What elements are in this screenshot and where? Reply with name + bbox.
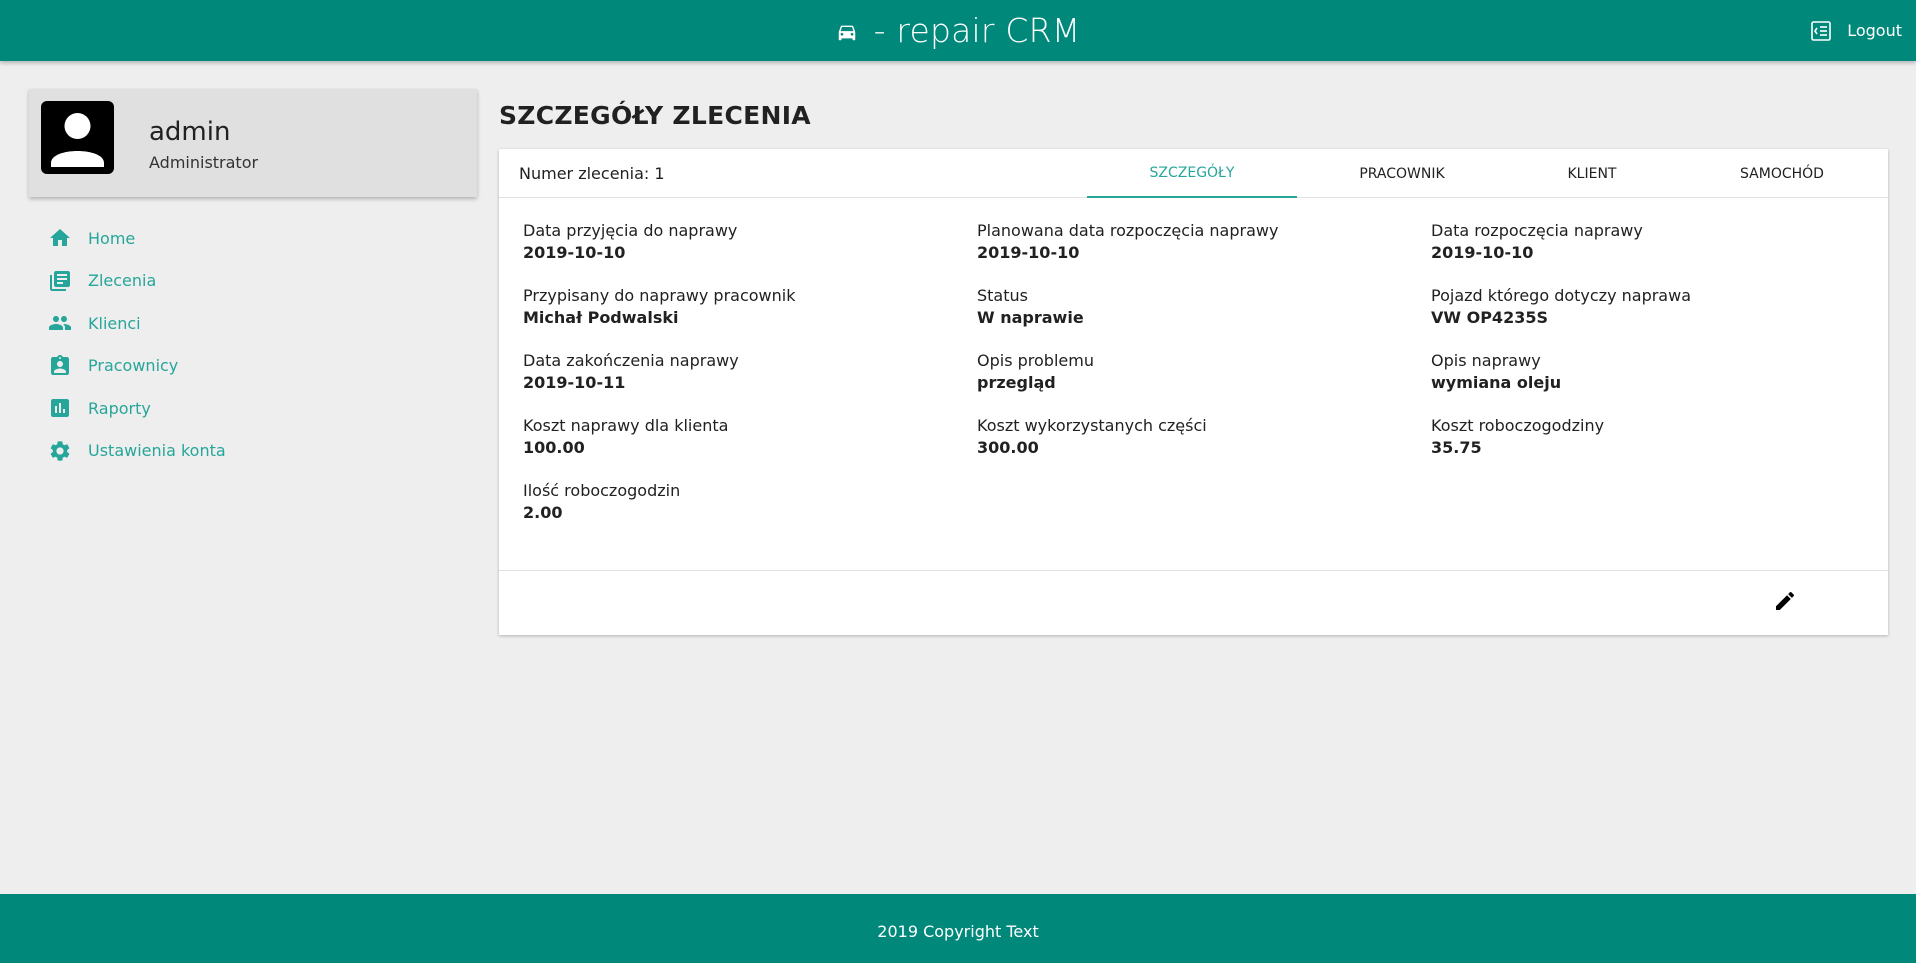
field-label: Koszt naprawy dla klienta bbox=[523, 416, 729, 435]
tab-samochod[interactable]: SAMOCHÓD bbox=[1677, 149, 1887, 198]
sidebar-item-zlecenia[interactable]: Zlecenia bbox=[48, 260, 468, 303]
field-label: Data zakończenia naprawy bbox=[523, 351, 739, 370]
field-value: 100.00 bbox=[523, 438, 585, 457]
field-label: Opis problemu bbox=[977, 351, 1094, 370]
tab-klient[interactable]: KLIENT bbox=[1507, 149, 1677, 198]
assessment-icon bbox=[51, 399, 69, 418]
tab-szczegoly[interactable]: SZCZEGÓŁY bbox=[1087, 149, 1297, 198]
sidebar-item-label: Zlecenia bbox=[88, 271, 157, 291]
field-label: Ilość roboczogodzin bbox=[523, 481, 681, 500]
field-value: 300.00 bbox=[977, 438, 1039, 457]
profile-name: admin bbox=[149, 117, 231, 147]
field-label: Koszt roboczogodziny bbox=[1431, 416, 1605, 435]
edit-button[interactable] bbox=[1771, 587, 1799, 615]
footer: 2019 Copyright Text bbox=[0, 894, 1916, 963]
account-icon bbox=[51, 113, 104, 167]
field-item: Opis problemu przegląd bbox=[977, 350, 1431, 415]
field-value: Michał Podwalski bbox=[523, 308, 679, 327]
field-value: 2019-10-10 bbox=[523, 243, 626, 262]
field-item: Koszt roboczogodziny 35.75 bbox=[1431, 415, 1885, 480]
sidebar-item-label: Klienci bbox=[88, 313, 141, 333]
field-label: Status bbox=[977, 286, 1028, 305]
profile-card: admin Administrator bbox=[29, 89, 477, 197]
field-value: 2019-10-10 bbox=[1431, 243, 1534, 262]
app-title: - repair CRM bbox=[873, 11, 1081, 50]
field-item: Ilość roboczogodzin 2.00 bbox=[523, 480, 977, 545]
settings-icon bbox=[50, 441, 70, 461]
field-value: 35.75 bbox=[1431, 438, 1482, 457]
field-item: Opis naprawy wymiana oleju bbox=[1431, 350, 1885, 415]
field-item: Data zakończenia naprawy 2019-10-11 bbox=[523, 350, 977, 415]
field-item: Przypisany do naprawy pracownik Michał P… bbox=[523, 285, 977, 350]
sidebar-item-label: Ustawienia konta bbox=[88, 441, 226, 461]
car-icon bbox=[838, 25, 855, 40]
top-app-bar: - repair CRM Logout bbox=[0, 0, 1916, 61]
field-value: 2019-10-11 bbox=[523, 373, 626, 392]
tab-pracownik[interactable]: PRACOWNIK bbox=[1297, 149, 1507, 198]
avatar bbox=[41, 101, 114, 174]
logout-label: Logout bbox=[1847, 21, 1902, 40]
edit-icon bbox=[1776, 591, 1795, 610]
sidebar-item-pracownicy[interactable]: Pracownicy bbox=[48, 345, 468, 388]
field-label: Data rozpoczęcia naprawy bbox=[1431, 221, 1643, 240]
sidebar-item-home[interactable]: Home bbox=[48, 217, 468, 260]
field-value: 2.00 bbox=[523, 503, 563, 522]
field-label: Data przyjęcia do naprawy bbox=[523, 221, 738, 240]
details-grid: Data przyjęcia do naprawy 2019-10-10 Pla… bbox=[523, 220, 1888, 545]
field-label: Koszt wykorzystanych części bbox=[977, 416, 1207, 435]
sidebar-item-label: Raporty bbox=[88, 398, 151, 418]
tab-bar: SZCZEGÓŁY PRACOWNIK KLIENT SAMOCHÓD bbox=[1087, 149, 1887, 198]
card-actions bbox=[499, 570, 1888, 635]
logout-icon bbox=[1811, 20, 1832, 41]
field-item: Pojazd którego dotyczy naprawa VW OP4235… bbox=[1431, 285, 1885, 350]
field-item: Status W naprawie bbox=[977, 285, 1431, 350]
field-label: Przypisany do naprawy pracownik bbox=[523, 286, 796, 305]
order-number: Numer zlecenia: 1 bbox=[519, 164, 665, 183]
field-label: Planowana data rozpoczęcia naprawy bbox=[977, 221, 1279, 240]
field-value: 2019-10-10 bbox=[977, 243, 1080, 262]
sidebar-item-raporty[interactable]: Raporty bbox=[48, 387, 468, 430]
field-item: Data rozpoczęcia naprawy 2019-10-10 bbox=[1431, 220, 1885, 285]
assignment-ind-icon bbox=[51, 354, 69, 375]
sidebar-item-klienci[interactable]: Klienci bbox=[48, 302, 468, 345]
sidebar-item-label: Pracownicy bbox=[88, 356, 179, 376]
field-value: przegląd bbox=[977, 373, 1056, 392]
field-item: Planowana data rozpoczęcia naprawy 2019-… bbox=[977, 220, 1431, 285]
field-item: Koszt wykorzystanych części 300.00 bbox=[977, 415, 1431, 480]
sidebar-nav: Home Zlecenia Klienci Pracownicy Raporty… bbox=[48, 217, 468, 472]
field-label: Pojazd którego dotyczy naprawa bbox=[1431, 286, 1691, 305]
library-books-icon bbox=[50, 270, 70, 291]
footer-text: 2019 Copyright Text bbox=[877, 922, 1039, 941]
home-icon bbox=[50, 229, 70, 247]
logout-button[interactable]: Logout bbox=[1809, 0, 1902, 61]
field-value: VW OP4235S bbox=[1431, 308, 1548, 327]
profile-role: Administrator bbox=[149, 153, 259, 172]
field-value: wymiana oleju bbox=[1431, 373, 1562, 392]
order-details-card: Numer zlecenia: 1 SZCZEGÓŁY PRACOWNIK KL… bbox=[499, 149, 1888, 635]
page-title: SZCZEGÓŁY ZLECENIA bbox=[499, 101, 811, 130]
field-item: Koszt naprawy dla klienta 100.00 bbox=[523, 415, 977, 480]
sidebar-item-label: Home bbox=[88, 228, 136, 248]
field-item: Data przyjęcia do naprawy 2019-10-10 bbox=[523, 220, 977, 285]
card-header: Numer zlecenia: 1 SZCZEGÓŁY PRACOWNIK KL… bbox=[499, 149, 1888, 198]
app-brand: - repair CRM bbox=[0, 0, 1916, 61]
field-label: Opis naprawy bbox=[1431, 351, 1541, 370]
sidebar-item-ustawienia-konta[interactable]: Ustawienia konta bbox=[48, 430, 468, 473]
field-value: W naprawie bbox=[977, 308, 1084, 327]
people-icon bbox=[49, 316, 71, 331]
